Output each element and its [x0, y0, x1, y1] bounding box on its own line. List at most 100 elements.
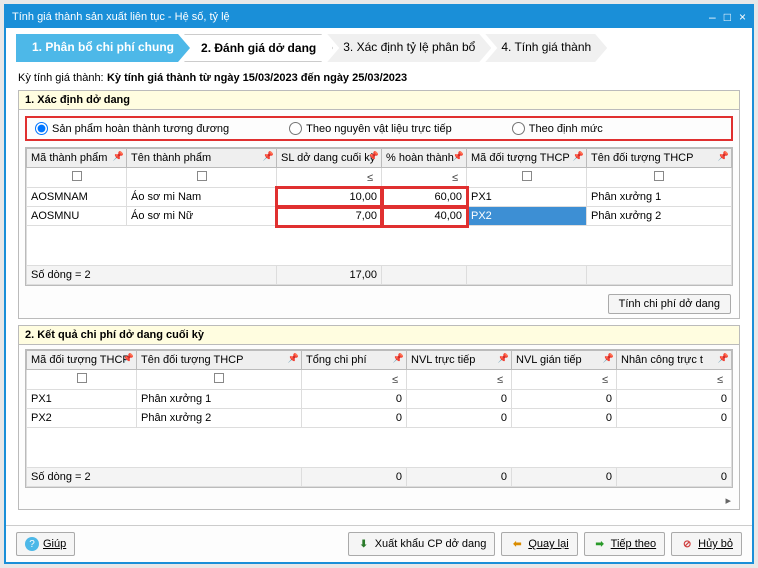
cell-labor[interactable]: 0 — [617, 390, 732, 409]
cancel-button[interactable]: ⊘Hủy bỏ — [671, 532, 742, 556]
col-pct[interactable]: % hoàn thành📌 — [382, 149, 467, 168]
pin-icon[interactable]: 📌 — [453, 151, 464, 162]
cell-pct[interactable]: 40,00 — [382, 207, 467, 226]
radio-equivalent[interactable]: Sản phẩm hoàn thành tương đương — [35, 122, 229, 135]
period-row: Kỳ tính giá thành: Kỳ tính giá thành từ … — [18, 70, 740, 84]
col-object-name[interactable]: Tên đối tượng THCP📌 — [587, 149, 732, 168]
minimize-button[interactable]: – — [709, 10, 716, 24]
filter-box-icon[interactable] — [654, 171, 664, 181]
pin-icon[interactable]: 📌 — [573, 151, 584, 162]
col-product-code[interactable]: Mã thành phẩm📌 — [27, 149, 127, 168]
grid-empty-space — [27, 226, 732, 266]
cell-name[interactable]: Áo sơ mi Nữ — [127, 207, 277, 226]
pin-icon[interactable]: 📌 — [263, 151, 274, 162]
app-window: Tính giá thành sản xuất liên tục - Hệ số… — [4, 4, 754, 564]
filter-lte[interactable]: ≤ — [302, 370, 407, 390]
radio-material[interactable]: Theo nguyên vật liệu trực tiếp — [289, 122, 452, 135]
cell-code[interactable]: AOSMNU — [27, 207, 127, 226]
filter-box-icon[interactable] — [197, 171, 207, 181]
filter-box-icon[interactable] — [77, 373, 87, 383]
help-button[interactable]: ?Giúp — [16, 532, 75, 556]
grid-2: Mã đối tượng THCP📌 Tên đối tượng THCP📌 T… — [26, 350, 732, 487]
cell-objname[interactable]: Phân xưởng 1 — [587, 188, 732, 207]
pin-icon[interactable]: 📌 — [718, 151, 729, 162]
col-object-code[interactable]: Mã đối tượng THCP📌 — [467, 149, 587, 168]
table-row[interactable]: PX2 Phân xưởng 2 0 0 0 0 — [27, 409, 732, 428]
step-1[interactable]: 1. Phân bổ chi phí chung — [16, 34, 190, 62]
filter-box-icon[interactable] — [72, 171, 82, 181]
export-button[interactable]: ⬇Xuất khẩu CP dở dang — [348, 532, 496, 556]
col-nvl-indirect[interactable]: NVL gián tiếp📌 — [512, 351, 617, 370]
pin-icon[interactable]: 📌 — [368, 151, 379, 162]
cell-qty[interactable]: 7,00 — [277, 207, 382, 226]
pin-icon[interactable]: 📌 — [123, 353, 134, 364]
cell-total[interactable]: 0 — [302, 390, 407, 409]
col-nvl-direct[interactable]: NVL trực tiếp📌 — [407, 351, 512, 370]
radio-material-input[interactable] — [289, 122, 302, 135]
cell-objcode[interactable]: PX1 — [27, 390, 137, 409]
cell-objcode[interactable]: PX1 — [467, 188, 587, 207]
filter-lte[interactable]: ≤ — [382, 168, 467, 188]
scroll-indicator[interactable]: ▸ — [19, 492, 739, 509]
cell-labor[interactable]: 0 — [617, 409, 732, 428]
pin-icon[interactable]: 📌 — [393, 353, 404, 364]
step-2[interactable]: 2. Đánh giá dở dang — [184, 34, 333, 62]
period-label: Kỳ tính giá thành: — [18, 72, 104, 84]
sum: 0 — [617, 468, 732, 487]
table-row[interactable]: AOSMNU Áo sơ mi Nữ 7,00 40,00 PX2 Phân x… — [27, 207, 732, 226]
cell-pct[interactable]: 60,00 — [382, 188, 467, 207]
pin-icon[interactable]: 📌 — [498, 353, 509, 364]
cell-objcode[interactable]: PX2 — [27, 409, 137, 428]
cell-qty[interactable]: 10,00 — [277, 188, 382, 207]
cell-objname[interactable]: Phân xưởng 2 — [587, 207, 732, 226]
cell-name[interactable]: Áo sơ mi Nam — [127, 188, 277, 207]
row-count: Số dòng = 2 — [27, 266, 277, 285]
sum-qty: 17,00 — [277, 266, 382, 285]
cell-code[interactable]: AOSMNAM — [27, 188, 127, 207]
pin-icon[interactable]: 📌 — [288, 353, 299, 364]
grid-2-footer: Số dòng = 2 0 0 0 0 — [27, 468, 732, 487]
sum: 0 — [302, 468, 407, 487]
grid-1: Mã thành phẩm📌 Tên thành phẩm📌 SL dở dan… — [26, 148, 732, 285]
col-objcode[interactable]: Mã đối tượng THCP📌 — [27, 351, 137, 370]
cell-nvl-i[interactable]: 0 — [512, 409, 617, 428]
col-total[interactable]: Tổng chi phí📌 — [302, 351, 407, 370]
window-title: Tính giá thành sản xuất liên tục - Hệ số… — [12, 11, 230, 23]
filter-lte[interactable]: ≤ — [407, 370, 512, 390]
cell-nvl-d[interactable]: 0 — [407, 409, 512, 428]
radio-quota-input[interactable] — [512, 122, 525, 135]
next-button[interactable]: ➡Tiếp theo — [584, 532, 665, 556]
close-button[interactable]: × — [739, 10, 746, 24]
col-qty[interactable]: SL dở dang cuối kỳ📌 — [277, 149, 382, 168]
pin-icon[interactable]: 📌 — [718, 353, 729, 364]
pin-icon[interactable]: 📌 — [603, 353, 614, 364]
step-4[interactable]: 4. Tính giá thành — [485, 34, 607, 62]
back-button[interactable]: ⬅Quay lại — [501, 532, 577, 556]
cell-objname[interactable]: Phân xưởng 1 — [137, 390, 302, 409]
group-2: 2. Kết quả chi phí dở dang cuối kỳ Mã đố… — [18, 325, 740, 510]
table-row[interactable]: PX1 Phân xưởng 1 0 0 0 0 — [27, 390, 732, 409]
col-product-name[interactable]: Tên thành phẩm📌 — [127, 149, 277, 168]
cell-total[interactable]: 0 — [302, 409, 407, 428]
col-labor[interactable]: Nhân công trực t📌 — [617, 351, 732, 370]
cell-objcode-selected[interactable]: PX2 — [467, 207, 587, 226]
filter-lte[interactable]: ≤ — [617, 370, 732, 390]
arrow-right-icon: ➡ — [593, 537, 607, 551]
filter-box-icon[interactable] — [214, 373, 224, 383]
pin-icon[interactable]: 📌 — [113, 151, 124, 162]
grid-1-filter: ≤ ≤ — [27, 168, 732, 188]
radio-equivalent-input[interactable] — [35, 122, 48, 135]
filter-lte[interactable]: ≤ — [512, 370, 617, 390]
table-row[interactable]: AOSMNAM Áo sơ mi Nam 10,00 60,00 PX1 Phâ… — [27, 188, 732, 207]
cell-nvl-i[interactable]: 0 — [512, 390, 617, 409]
maximize-button[interactable]: □ — [724, 10, 731, 24]
cell-nvl-d[interactable]: 0 — [407, 390, 512, 409]
filter-box-icon[interactable] — [522, 171, 532, 181]
calc-wip-button[interactable]: Tính chi phí dở dang — [608, 294, 731, 314]
step-3[interactable]: 3. Xác định tỷ lệ phân bổ — [327, 34, 491, 62]
cell-objname[interactable]: Phân xưởng 2 — [137, 409, 302, 428]
filter-lte[interactable]: ≤ — [277, 168, 382, 188]
radio-quota[interactable]: Theo định mức — [512, 122, 603, 135]
col-objname[interactable]: Tên đối tượng THCP📌 — [137, 351, 302, 370]
grid-2-wrap: Mã đối tượng THCP📌 Tên đối tượng THCP📌 T… — [25, 349, 733, 488]
